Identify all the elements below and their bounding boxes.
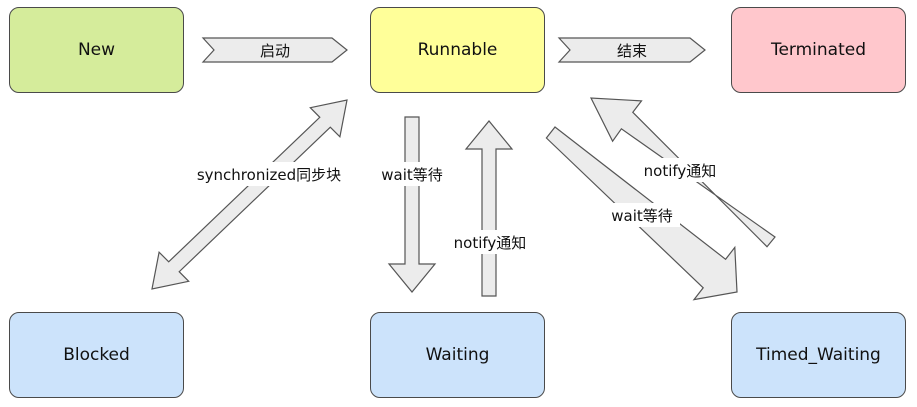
label-timed-notify: notify通知 — [644, 162, 717, 180]
label-synchronized: synchronized同步块 — [197, 166, 341, 184]
label-end: 结束 — [617, 42, 647, 60]
transition-arrows: 启动 结束 synchronized同步块 wait等待 notify通知 no… — [151, 37, 776, 301]
label-timed-wait: wait等待 — [611, 207, 673, 225]
arrow-notify — [464, 120, 514, 297]
arrow-wait — [387, 116, 437, 293]
label-wait: wait等待 — [381, 166, 443, 184]
label-start: 启动 — [260, 42, 290, 60]
label-notify: notify通知 — [454, 234, 527, 252]
arrow-synchronized — [151, 99, 348, 290]
